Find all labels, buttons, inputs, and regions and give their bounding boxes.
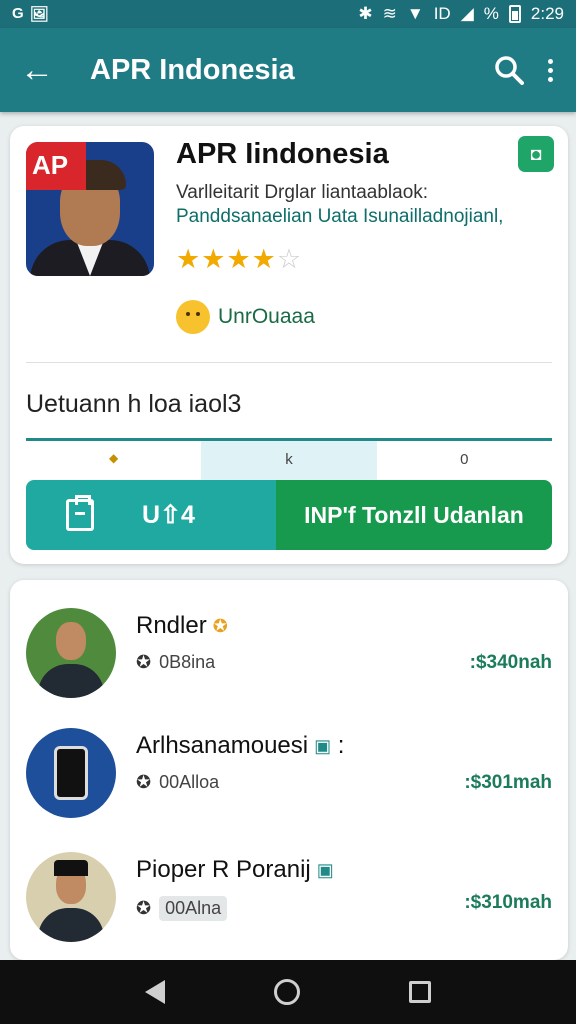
system-nav-bar [0,960,576,1024]
item-price: :$340nah [469,652,552,673]
wifi-icon: ▼ [406,4,424,23]
clock: 2:29 [530,4,564,23]
avatar [26,852,116,942]
diamond-icon: ◆ [109,451,119,465]
related-list-card: Rndler ✪ ✪ 0B8ina :$340nah Arlhsanamouesi ▣… [10,580,568,960]
item-name: Arlhsanamouesi ▣ : [136,732,345,759]
lte-icon: ID [433,4,451,23]
item-name: Pioper R Poranij ▣ [136,856,334,883]
battery-percent: % [483,4,499,23]
bluetooth-icon: ✱ [358,4,373,23]
nav-home-icon[interactable] [273,979,300,1005]
status-bar: G 🖼 ✱ ≋ ▼ ID ◢ % 2:29 [0,0,576,28]
review-label: UnrOuaaa [218,305,315,328]
item-price: :$310mah [464,892,552,913]
rating-stars: ★★★★☆ [176,244,302,275]
battery-icon [508,5,521,23]
app-description: Panddsanaelian Uata Isunailladnojianl, [176,206,504,227]
action-row: U⇧4 INP'f Tonzll Udanlan [26,480,552,550]
notification-icon: G [12,5,24,22]
list-item[interactable]: Arlhsanamouesi ▣ : ✪ 00Alloa :$301mah [10,722,568,842]
star-icon: ★ [251,244,277,274]
review-summary[interactable]: UnrOuaaa [176,300,315,334]
tab-3[interactable]: 0 [377,441,552,483]
star-outline-icon: ✪ [136,898,152,918]
section-title: Uetuann h loa iaol3 [26,390,242,418]
tab-bar: ◆ k 0 [26,441,552,483]
verified-badge-icon: ▣ [316,860,334,881]
logo-text: AP [26,142,86,190]
list-item[interactable]: Pioper R Poranij ▣ ✪ 00Alna :$310mah [10,842,568,960]
avatar [26,608,116,698]
tab-label: k [285,451,293,468]
star-icon: ★ [176,244,202,274]
tab-label: 0 [460,451,469,468]
back-arrow-icon[interactable]: ← [0,53,74,87]
install-button[interactable]: INP'f Tonzll Udanlan [276,480,552,550]
emoji-face-icon [176,300,210,334]
install-badge-icon[interactable]: ◘ [518,136,554,172]
item-meta: ✪ 0B8ina [136,652,216,672]
update-button-label: U⇧4 [142,501,195,529]
tab-1[interactable]: ◆ [26,441,201,483]
verified-badge-icon: ✪ [212,616,228,637]
app-logo: AP [26,142,154,276]
item-meta: ✪ 00Alloa [136,772,220,792]
app-bar: ← APR Indonesia [0,28,576,112]
app-subtitle: Varlleitarit Drglar liantaablaok: [176,182,429,203]
star-icon: ★ [226,244,252,274]
page-title: APR Indonesia [90,53,295,86]
verified-badge-icon: ▣ [314,736,332,757]
star-outline-icon: ✪ [136,652,152,672]
app-title: APR Iindonesia [176,138,389,170]
avatar [26,728,116,818]
vibrate-icon: ≋ [382,4,397,23]
nav-recents-icon[interactable] [409,981,432,1003]
star-outline-icon: ✪ [136,772,152,792]
item-price: :$301mah [464,772,552,793]
more-options-icon[interactable] [546,58,554,82]
star-icon: ★ [201,244,227,274]
star-empty-icon: ☆ [276,244,303,274]
nav-back-icon[interactable] [144,980,165,1004]
list-item[interactable]: Rndler ✪ ✪ 0B8ina :$340nah [10,602,568,722]
search-icon[interactable] [494,55,524,85]
app-info-card: AP APR Iindonesia ◘ Varlleitarit Drglar … [10,126,568,564]
tab-2[interactable]: k [201,441,377,483]
item-meta: ✪ 00Alna [136,896,228,921]
update-button[interactable]: U⇧4 [26,480,276,550]
signal-icon: ◢ [460,4,474,23]
divider [26,362,552,363]
clipboard-icon [66,495,94,531]
image-notification-icon: 🖼 [29,6,49,23]
item-name: Rndler ✪ [136,612,228,639]
